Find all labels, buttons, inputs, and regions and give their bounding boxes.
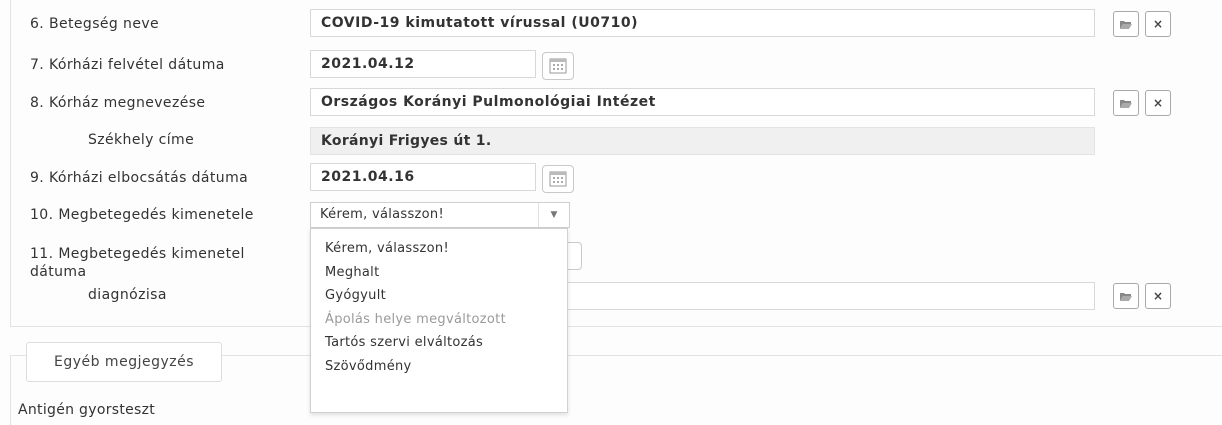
hq-address-field: Korányi Frigyes út 1. — [310, 127, 1095, 155]
outcome-date-label: 11. Megbetegedés kimenetel dátuma — [30, 246, 245, 280]
diagnosis-label: diagnózisa — [88, 287, 167, 303]
close-icon: × — [1152, 17, 1164, 31]
outcome-dropdown-list: Kérem, válasszon! Meghalt Gyógyult Ápolá… — [310, 228, 568, 413]
dropdown-option-disabled: Ápolás helye megváltozott — [325, 311, 506, 327]
caret-down-icon[interactable]: ▼ — [538, 203, 569, 227]
calendar-icon — [549, 171, 567, 187]
other-notes-tab[interactable]: Egyéb megjegyzés — [26, 342, 222, 382]
folder-open-icon — [1120, 99, 1132, 108]
form-bottom-border — [10, 326, 1222, 327]
calendar-icon — [549, 58, 567, 74]
discharge-date-label: 9. Kórházi elbocsátás dátuma — [30, 170, 249, 186]
form-left-border — [10, 0, 11, 326]
hospital-label: 8. Kórház megnevezése — [30, 95, 206, 111]
close-icon: × — [1152, 289, 1164, 303]
dropdown-option[interactable]: Meghalt — [311, 261, 567, 285]
hospital-browse-button[interactable] — [1113, 90, 1139, 116]
folder-open-icon — [1120, 292, 1132, 301]
dropdown-option[interactable]: Szövődmény — [311, 355, 567, 379]
outcome-select-value: Kérem, válasszon! — [320, 207, 444, 222]
disease-label: 6. Betegség neve — [30, 16, 160, 32]
admission-date-picker-button[interactable] — [542, 52, 574, 80]
diagnosis-clear-button[interactable]: × — [1145, 283, 1171, 309]
discharge-date-field[interactable]: 2021.04.16 — [310, 163, 536, 191]
outcome-select[interactable]: Kérem, válasszon! ▼ — [310, 202, 570, 228]
admission-date-field[interactable]: 2021.04.12 — [310, 50, 536, 78]
disease-field[interactable]: COVID-19 kimutatott vírussal (U0710) — [310, 9, 1095, 37]
dropdown-option[interactable]: Tartós szervi elváltozás — [311, 331, 567, 355]
hospital-field[interactable]: Országos Korányi Pulmonológiai Intézet — [310, 88, 1095, 116]
diagnosis-browse-button[interactable] — [1113, 283, 1139, 309]
discharge-date-picker-button[interactable] — [542, 165, 574, 193]
outcome-label: 10. Megbetegedés kimenetele — [30, 207, 254, 223]
hospital-clear-button[interactable]: × — [1145, 90, 1171, 116]
folder-open-icon — [1120, 20, 1132, 29]
antigen-test-label: Antigén gyorsteszt — [18, 402, 156, 418]
dropdown-option[interactable]: Kérem, válasszon! — [311, 237, 567, 261]
dropdown-option[interactable]: Gyógyult — [311, 284, 567, 308]
admission-date-label: 7. Kórházi felvétel dátuma — [30, 57, 225, 73]
close-icon: × — [1152, 96, 1164, 110]
disease-clear-button[interactable]: × — [1145, 11, 1171, 37]
hq-address-label: Székhely címe — [88, 132, 195, 148]
disease-browse-button[interactable] — [1113, 11, 1139, 37]
